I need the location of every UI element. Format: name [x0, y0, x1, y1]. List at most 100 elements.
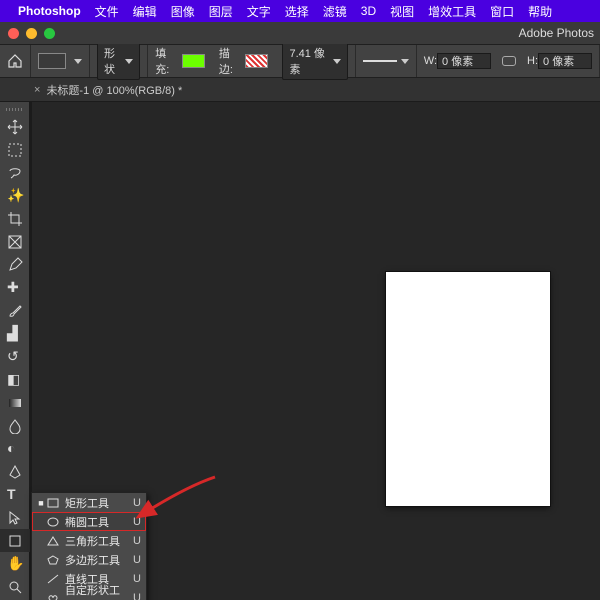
- flyout-triangle-tool[interactable]: 三角形工具 U: [32, 531, 146, 550]
- chevron-down-icon: [74, 59, 82, 64]
- shape-mode-dropdown[interactable]: 形状: [90, 45, 148, 77]
- flyout-item-shortcut: U: [129, 573, 141, 585]
- menu-file[interactable]: 文件: [95, 3, 119, 20]
- shape-preview-icon: [38, 53, 66, 69]
- ellipse-icon: [45, 517, 61, 527]
- chevron-down-icon: [401, 59, 409, 64]
- stroke-width-dropdown[interactable]: 7.41 像素: [275, 45, 355, 77]
- fill-label: 填充:: [155, 45, 177, 77]
- custom-shape-icon: [45, 593, 61, 600]
- history-brush-icon: ↺: [7, 349, 23, 365]
- home-icon: [7, 54, 23, 68]
- type-tool[interactable]: T: [0, 483, 30, 506]
- traffic-light-zoom[interactable]: [44, 28, 55, 39]
- stroke-style-dropdown[interactable]: [356, 45, 417, 77]
- flyout-item-shortcut: U: [129, 497, 141, 509]
- artboard[interactable]: [386, 272, 550, 506]
- tab-close-button[interactable]: ×: [34, 84, 40, 96]
- active-marker-icon: ■: [37, 498, 45, 508]
- menu-layer[interactable]: 图层: [209, 3, 233, 20]
- app-name: Photoshop: [18, 4, 81, 18]
- triangle-icon: [45, 536, 61, 546]
- shape-tool[interactable]: [0, 529, 30, 552]
- stroke-line-icon: [363, 60, 397, 62]
- pen-tool[interactable]: [0, 460, 30, 483]
- flyout-item-label: 三角形工具: [61, 533, 129, 549]
- flyout-rectangle-tool[interactable]: ■ 矩形工具 U: [32, 493, 146, 512]
- menu-filter[interactable]: 滤镜: [323, 3, 347, 20]
- menu-select[interactable]: 选择: [285, 3, 309, 20]
- stamp-icon: ▟: [7, 326, 23, 342]
- brush-tool[interactable]: [0, 299, 30, 322]
- frame-tool[interactable]: [0, 230, 30, 253]
- flyout-polygon-tool[interactable]: 多边形工具 U: [32, 550, 146, 569]
- width-group: W:: [417, 45, 498, 77]
- chevron-down-icon: [333, 59, 341, 64]
- blur-tool[interactable]: [0, 414, 30, 437]
- history-brush-tool[interactable]: ↺: [0, 345, 30, 368]
- menu-edit[interactable]: 编辑: [133, 3, 157, 20]
- flyout-item-label: 多边形工具: [61, 552, 129, 568]
- macos-menubar: Photoshop 文件 编辑 图像 图层 文字 选择 滤镜 3D 视图 增效工…: [0, 0, 600, 22]
- chevron-down-icon: [125, 59, 133, 64]
- window-chrome: Adobe Photos: [0, 22, 600, 44]
- menu-window[interactable]: 窗口: [490, 3, 514, 20]
- menu-type[interactable]: 文字: [247, 3, 271, 20]
- fill-group: 填充:: [148, 45, 212, 77]
- move-tool[interactable]: [0, 115, 30, 138]
- document-tab[interactable]: 未标题-1 @ 100%(RGB/8) *: [46, 82, 182, 98]
- link-icon: [502, 56, 516, 66]
- flyout-item-label: 椭圆工具: [61, 514, 129, 530]
- flyout-custom-shape-tool[interactable]: 自定形状工具 U: [32, 588, 146, 600]
- zoom-tool[interactable]: [0, 575, 30, 598]
- menu-view[interactable]: 视图: [390, 3, 414, 20]
- document-tab-bar: × 未标题-1 @ 100%(RGB/8) *: [0, 78, 600, 102]
- stroke-group: 描边:: [212, 45, 276, 77]
- menu-image[interactable]: 图像: [171, 3, 195, 20]
- traffic-light-minimize[interactable]: [26, 28, 37, 39]
- width-input[interactable]: [437, 53, 491, 69]
- width-label: W:: [424, 55, 437, 67]
- hand-tool[interactable]: ✋: [0, 552, 30, 575]
- height-label: H:: [527, 55, 538, 67]
- menu-help[interactable]: 帮助: [528, 3, 552, 20]
- rectangle-icon: [45, 498, 61, 508]
- bandage-icon: ✚: [7, 280, 23, 296]
- healing-brush-tool[interactable]: ✚: [0, 276, 30, 299]
- traffic-light-close[interactable]: [8, 28, 19, 39]
- eraser-tool[interactable]: ◧: [0, 368, 30, 391]
- shape-tool-flyout: ■ 矩形工具 U 椭圆工具 U 三角形工具 U 多边形工具 U 直线工具: [31, 492, 147, 600]
- flyout-item-shortcut: U: [129, 516, 141, 528]
- panel-grip-icon[interactable]: [6, 108, 24, 111]
- dodge-icon: ◐: [7, 441, 23, 457]
- lasso-tool[interactable]: [0, 161, 30, 184]
- hand-icon: ✋: [7, 556, 23, 572]
- height-input[interactable]: [538, 53, 592, 69]
- path-selection-tool[interactable]: [0, 506, 30, 529]
- window-title: Adobe Photos: [519, 26, 594, 40]
- link-wh-button[interactable]: [498, 45, 520, 77]
- marquee-tool[interactable]: [0, 138, 30, 161]
- flyout-item-label: 自定形状工具: [61, 582, 129, 600]
- dodge-tool[interactable]: ◐: [0, 437, 30, 460]
- flyout-ellipse-tool[interactable]: 椭圆工具 U: [32, 512, 146, 531]
- fill-swatch[interactable]: [182, 54, 205, 68]
- flyout-item-label: 矩形工具: [61, 495, 129, 511]
- tool-preset-picker[interactable]: [31, 45, 90, 77]
- menu-3d[interactable]: 3D: [361, 4, 376, 18]
- stroke-width-value: 7.41 像素: [289, 45, 328, 77]
- crop-tool[interactable]: [0, 207, 30, 230]
- line-icon: [45, 574, 61, 584]
- magic-wand-tool[interactable]: ✨: [0, 184, 30, 207]
- home-button[interactable]: [0, 45, 31, 77]
- wand-icon: ✨: [7, 188, 23, 204]
- type-icon: T: [7, 487, 23, 503]
- stroke-label: 描边:: [219, 45, 241, 77]
- options-bar: 形状 填充: 描边: 7.41 像素 W: H:: [0, 44, 600, 78]
- eyedropper-tool[interactable]: [0, 253, 30, 276]
- gradient-tool[interactable]: [0, 391, 30, 414]
- stroke-swatch[interactable]: [245, 54, 268, 68]
- menu-plugins[interactable]: 增效工具: [428, 3, 476, 20]
- clone-stamp-tool[interactable]: ▟: [0, 322, 30, 345]
- main-area: ✨ ✚ ▟ ↺ ◧ ◐ T ✋ ⋯ ■ 矩形工具 U: [0, 102, 600, 600]
